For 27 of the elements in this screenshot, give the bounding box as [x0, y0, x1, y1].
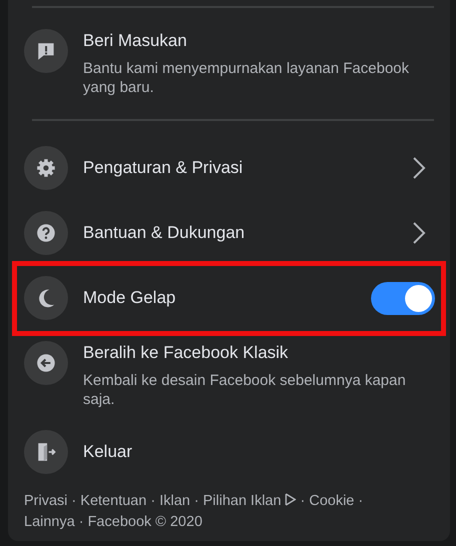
help-icon [35, 222, 57, 244]
footer-link[interactable]: Ketentuan [80, 492, 147, 508]
menu-item-label[interactable]: Pengaturan & Privasi [83, 156, 243, 180]
dark-mode-toggle[interactable] [371, 282, 435, 314]
menu-item-description: Bantu kami menyempurnakan layanan Facebook yang baru. [83, 59, 410, 97]
separator-dot: · [150, 492, 156, 508]
chevron-right-icon [412, 156, 426, 180]
chevron-right-icon [412, 221, 426, 245]
footer-link[interactable]: Pilihan Iklan [203, 492, 282, 508]
separator-dot: · [358, 492, 364, 508]
separator-dot: · [72, 492, 76, 508]
footer-link[interactable]: Facebook © 2020 [88, 514, 202, 530]
separator-dot: · [300, 492, 306, 508]
menu-item-label[interactable]: Mode Gelap [83, 286, 176, 310]
separator-dot: · [78, 514, 84, 530]
footer-link[interactable]: Iklan [159, 492, 190, 508]
separator-dot: · [194, 492, 199, 508]
footer-link[interactable]: Lainnya [24, 514, 75, 530]
menu-item-description: Kembali ke desain Facebook sebelumnya kapan saja. [83, 371, 407, 409]
menu-item-label[interactable]: Bantuan & Dukungan [83, 221, 245, 245]
footer-link[interactable]: Privasi [24, 492, 68, 508]
ad-choices-icon [285, 492, 296, 506]
menu-item-label[interactable]: Beralih ke Facebook Klasik [83, 341, 288, 365]
menu-item-label[interactable]: Keluar [83, 440, 132, 464]
settings-icon [35, 157, 57, 179]
menu-item-label[interactable]: Beri Masukan [83, 29, 187, 53]
footer-link[interactable]: Cookie [309, 492, 354, 508]
